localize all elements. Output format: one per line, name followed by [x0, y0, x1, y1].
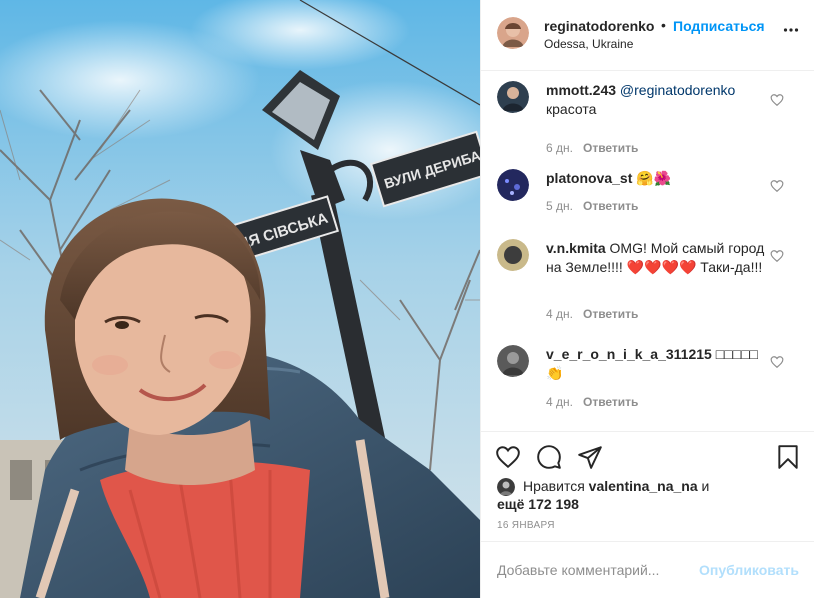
comment-avatar[interactable] [497, 239, 529, 271]
comment-age: 6 дн. [546, 141, 573, 155]
comment-age: 4 дн. [546, 307, 573, 321]
comment-body: красота [546, 101, 597, 117]
add-comment-form: Опубликовать [481, 541, 814, 598]
comment-age: 4 дн. [546, 395, 573, 409]
author-username[interactable]: reginatodorenko [544, 18, 654, 34]
comment-text: v.n.kmita OMG! Мой самый город на Земле!… [546, 239, 774, 277]
likes-line-1: Нравится valentina_na_na и [523, 478, 709, 494]
comment-text: platonova_st 🤗🌺 [546, 169, 774, 188]
post-actions-bar [481, 431, 814, 476]
comment-username[interactable]: v_e_r_o_n_i_k_a_311215 [546, 346, 712, 362]
instagram-post: ЛИЦЯ СІВСЬКА ВУЛИ ДЕРИБАС reginatodorenk… [0, 0, 814, 598]
comment-like-heart-icon[interactable] [770, 249, 784, 263]
likes-count[interactable]: 172 198 [528, 496, 579, 512]
comment-like-heart-icon[interactable] [770, 93, 784, 107]
post-location[interactable]: Odessa, Ukraine [544, 37, 633, 51]
reply-button[interactable]: Ответить [583, 395, 638, 409]
post-sidebar: reginatodorenko • Подписаться Odessa, Uk… [480, 0, 814, 598]
comment-item: mmott.243 @reginatodorenko красота 6 дн.… [497, 81, 797, 155]
comment-text: mmott.243 @reginatodorenko красота [546, 81, 774, 119]
reply-button[interactable]: Ответить [583, 199, 638, 213]
comment-username[interactable]: mmott.243 [546, 82, 616, 98]
reply-button[interactable]: Ответить [583, 141, 638, 155]
likes-and: и [701, 478, 710, 494]
comment-username[interactable]: v.n.kmita [546, 240, 606, 256]
comment-text: v_e_r_o_n_i_k_a_311215 □□□□□ 👏 [546, 345, 774, 383]
post-header: reginatodorenko • Подписаться Odessa, Uk… [481, 0, 814, 71]
comment-item: v_e_r_o_n_i_k_a_311215 □□□□□ 👏 4 дн. Отве… [497, 345, 797, 415]
comment-avatar[interactable] [497, 345, 529, 377]
follow-button[interactable]: Подписаться [673, 18, 765, 34]
comment-avatar[interactable] [497, 81, 529, 113]
comment-meta: 6 дн. Ответить [546, 141, 638, 155]
comment-input[interactable] [497, 560, 697, 580]
comment-like-heart-icon[interactable] [770, 179, 784, 193]
comment-meta: 4 дн. Ответить [546, 395, 638, 409]
likes-prefix: Нравится [523, 478, 585, 494]
share-icon[interactable] [577, 444, 603, 470]
author-avatar[interactable] [497, 17, 529, 49]
comment-body: 🤗🌺 [636, 170, 672, 186]
comment-meta: 4 дн. Ответить [546, 307, 638, 321]
likes-summary: Нравится valentina_na_na и ещё 172 198 [497, 476, 797, 516]
comment-avatar[interactable] [497, 169, 529, 201]
liker-avatar[interactable] [497, 478, 515, 496]
comment-age: 5 дн. [546, 199, 573, 213]
heart-icon[interactable] [495, 444, 521, 470]
reply-button[interactable]: Ответить [583, 307, 638, 321]
comments-list: mmott.243 @reginatodorenko красота 6 дн.… [481, 71, 814, 431]
comment-item: platonova_st 🤗🌺 5 дн. Ответить [497, 169, 797, 219]
comment-meta: 5 дн. Ответить [546, 199, 638, 213]
post-photo[interactable]: ЛИЦЯ СІВСЬКА ВУЛИ ДЕРИБАС [0, 0, 480, 598]
post-photo-image: ЛИЦЯ СІВСЬКА ВУЛИ ДЕРИБАС [0, 0, 480, 598]
liker-username[interactable]: valentina_na_na [589, 478, 698, 494]
header-separator: • [661, 17, 666, 33]
post-date[interactable]: 16 ЯНВАРЯ [497, 520, 555, 531]
likes-more-prefix: ещё [497, 496, 525, 512]
comment-like-heart-icon[interactable] [770, 355, 784, 369]
publish-button[interactable]: Опубликовать [699, 562, 799, 578]
bookmark-icon[interactable] [775, 444, 801, 470]
more-options-icon[interactable] [783, 22, 799, 38]
comment-mention[interactable]: @reginatodorenko [620, 82, 735, 98]
likes-line-2[interactable]: ещё 172 198 [497, 496, 579, 512]
comment-username[interactable]: platonova_st [546, 170, 632, 186]
comment-item: v.n.kmita OMG! Мой самый город на Земле!… [497, 239, 797, 329]
comment-icon[interactable] [536, 444, 562, 470]
